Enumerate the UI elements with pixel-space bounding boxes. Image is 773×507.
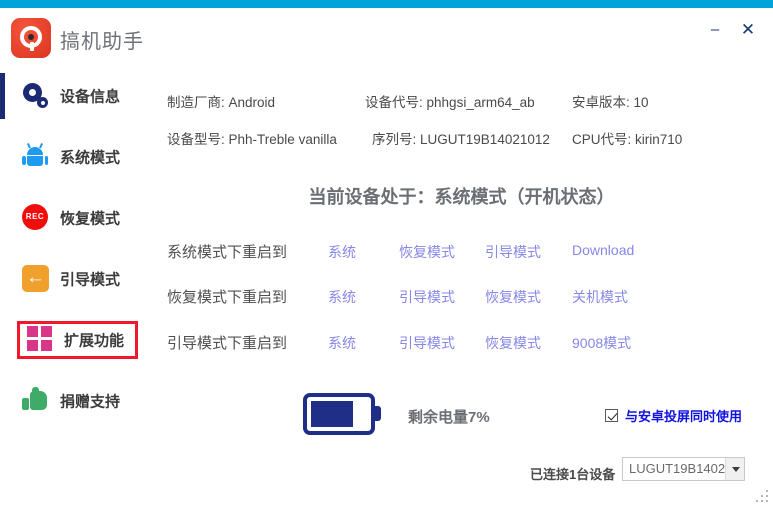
connected-devices-text: 已连接1台设备 <box>530 467 616 482</box>
sidebar-active-indicator <box>0 73 5 119</box>
info-value: Android <box>228 95 276 110</box>
gear-icon <box>22 82 50 110</box>
reboot-link-system-to-download[interactable]: Download <box>572 242 634 258</box>
close-button[interactable]: ✕ <box>733 16 763 44</box>
cast-with-android-checkbox[interactable]: 与安卓投屏同时使用 <box>605 406 742 425</box>
info-value: 10 <box>633 95 649 110</box>
sidebar-item-label: 系统模式 <box>60 149 121 167</box>
device-status-text: 当前设备处于：系统模式（开机状态） <box>308 187 615 207</box>
info-label: 序列号: <box>372 132 417 147</box>
sidebar-item-boot-mode[interactable]: 引导模式 <box>0 256 150 302</box>
reboot-row-label: 引导模式下重启到 <box>167 335 288 352</box>
reboot-row-label: 系统模式下重启到 <box>167 244 288 261</box>
info-value: Phh-Treble vanilla <box>228 132 337 147</box>
resize-grip[interactable] <box>756 490 770 504</box>
sidebar-item-donate[interactable]: 捐赠支持 <box>0 378 150 424</box>
info-label: 设备代号: <box>365 95 423 110</box>
thumbs-up-icon <box>22 387 50 415</box>
logo-stem <box>29 42 34 51</box>
sidebar-item-system-mode[interactable]: 系统模式 <box>0 134 150 180</box>
title-accent-strip <box>0 0 773 8</box>
reboot-link-recovery-to-system[interactable]: 系统 <box>328 287 356 307</box>
info-android-version: 安卓版本: 10 <box>572 91 649 111</box>
sidebar-item-recovery-mode[interactable]: REC 恢复模式 <box>0 195 150 241</box>
sidebar-item-label: 恢复模式 <box>60 210 121 228</box>
info-serial-number: 序列号: LUGUT19B14021012 <box>372 128 550 148</box>
device-select-value: LUGUT19B14021 <box>629 461 733 476</box>
battery-tip <box>375 406 381 421</box>
back-arrow-icon <box>22 265 50 293</box>
sidebar-item-label: 设备信息 <box>60 88 121 106</box>
info-label: 安卓版本: <box>572 95 630 110</box>
reboot-row-boot: 引导模式下重启到 系统 引导模式 恢复模式 9008模式 <box>150 328 773 358</box>
reboot-link-system-to-system[interactable]: 系统 <box>328 242 356 262</box>
reboot-link-boot-to-boot[interactable]: 引导模式 <box>399 333 455 353</box>
rec-icon-text: REC <box>22 204 48 230</box>
main-content: 制造厂商: Android 设备代号: phhgsi_arm64_ab 安卓版本… <box>150 61 773 507</box>
battery-shell <box>303 393 375 435</box>
info-device-model: 设备型号: Phh-Treble vanilla <box>167 128 337 148</box>
sidebar: 设备信息 系统模式 REC 恢复模式 引导模式 扩展功能 <box>0 61 150 507</box>
info-value: phhgsi_arm64_ab <box>426 95 535 110</box>
chevron-down-icon[interactable] <box>725 458 744 480</box>
reboot-link-boot-to-9008[interactable]: 9008模式 <box>572 333 631 353</box>
sidebar-item-label: 捐赠支持 <box>60 393 121 411</box>
info-label: 制造厂商: <box>167 95 225 110</box>
cast-option-label: 与安卓投屏同时使用 <box>625 409 743 424</box>
reboot-link-recovery-to-boot[interactable]: 引导模式 <box>399 287 455 307</box>
info-manufacturer: 制造厂商: Android <box>167 91 275 111</box>
info-label: 设备型号: <box>167 132 225 147</box>
battery-fill <box>311 401 353 427</box>
info-cpu-code: CPU代号: kirin710 <box>572 128 682 148</box>
sidebar-item-extensions[interactable]: 扩展功能 <box>0 317 150 363</box>
reboot-link-boot-to-system[interactable]: 系统 <box>328 333 356 353</box>
reboot-link-system-to-recovery[interactable]: 恢复模式 <box>399 242 455 262</box>
reboot-row-label: 恢复模式下重启到 <box>167 289 288 306</box>
battery-level-text: 剩余电量7% <box>408 409 490 426</box>
app-title: 搞机助手 <box>60 31 144 53</box>
info-label: CPU代号: <box>572 132 632 147</box>
checkbox-checked-icon[interactable] <box>605 409 618 422</box>
android-icon <box>22 143 50 171</box>
title-bar: 搞机助手 – ✕ <box>0 8 773 61</box>
info-device-code: 设备代号: phhgsi_arm64_ab <box>365 91 535 111</box>
device-select-dropdown[interactable]: LUGUT19B14021 <box>622 457 745 481</box>
logo-dot <box>28 34 34 40</box>
reboot-link-recovery-to-recovery[interactable]: 恢复模式 <box>485 287 541 307</box>
grid-icon <box>27 326 55 354</box>
battery-icon <box>303 393 381 435</box>
reboot-link-system-to-boot[interactable]: 引导模式 <box>485 242 541 262</box>
info-value: LUGUT19B14021012 <box>420 132 550 147</box>
reboot-link-recovery-to-shutdown[interactable]: 关机模式 <box>572 287 628 307</box>
info-value: kirin710 <box>635 132 683 147</box>
reboot-row-recovery: 恢复模式下重启到 系统 引导模式 恢复模式 关机模式 <box>150 282 773 312</box>
sidebar-item-device-info[interactable]: 设备信息 <box>0 73 150 119</box>
rec-icon: REC <box>22 204 50 232</box>
sidebar-item-label: 引导模式 <box>60 271 121 289</box>
app-logo-icon <box>11 18 51 58</box>
minimize-button[interactable]: – <box>700 16 730 44</box>
reboot-link-boot-to-recovery[interactable]: 恢复模式 <box>485 333 541 353</box>
sidebar-item-label: 扩展功能 <box>64 332 125 350</box>
reboot-row-system: 系统模式下重启到 系统 恢复模式 引导模式 Download <box>150 237 773 267</box>
